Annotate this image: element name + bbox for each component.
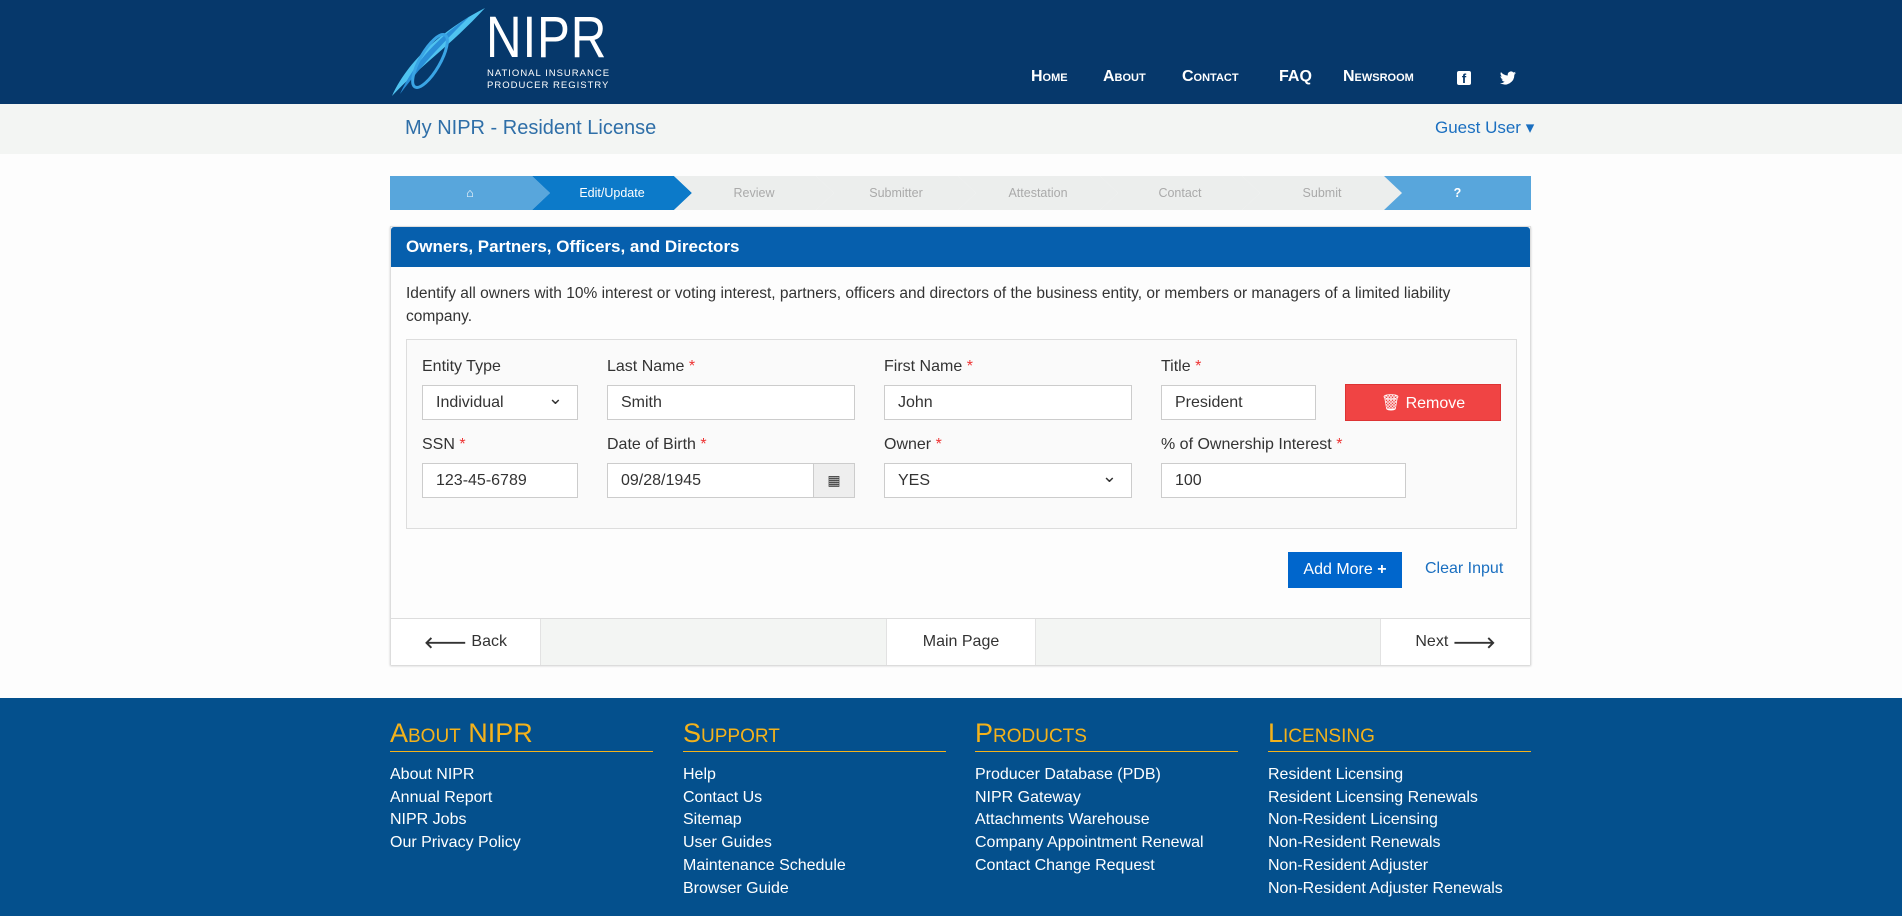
guest-user-menu[interactable]: Guest User ▾ <box>1435 118 1534 138</box>
footer-heading: About NIPR <box>390 718 653 752</box>
calendar-icon[interactable]: ▦ <box>813 463 855 498</box>
plus-icon: + <box>1377 561 1387 578</box>
footer-col-products: Products Producer Database (PDB) NIPR Ga… <box>975 718 1238 878</box>
title-input[interactable]: President <box>1161 385 1316 420</box>
trash-icon: 🗑 <box>1380 395 1402 412</box>
last-name-input[interactable]: Smith <box>607 385 855 420</box>
footer-link[interactable]: Contact Us <box>683 787 946 810</box>
dob-input[interactable]: 09/28/1945 <box>607 463 814 498</box>
footer-link[interactable]: Contact Change Request <box>975 855 1238 878</box>
ownership-pct-label: % of Ownership Interest * <box>1161 436 1343 453</box>
nav-about[interactable]: About <box>1103 68 1146 86</box>
footer-link[interactable]: Non-Resident Adjuster Renewals <box>1268 878 1531 901</box>
ssn-input[interactable]: 123-45-6789 <box>422 463 578 498</box>
home-icon: ⌂ <box>466 186 474 200</box>
footer-link[interactable]: Help <box>683 764 946 787</box>
entity-type-select[interactable]: Individual <box>422 385 578 420</box>
footer-heading: Licensing <box>1268 718 1531 752</box>
footer-link[interactable]: Attachments Warehouse <box>975 809 1238 832</box>
footer-heading: Products <box>975 718 1238 752</box>
step-submitter: Submitter <box>816 176 976 210</box>
entity-type-label: Entity Type <box>422 358 501 375</box>
nav-faq[interactable]: FAQ <box>1279 68 1312 86</box>
facebook-icon[interactable]: f <box>1457 71 1471 86</box>
ssn-label: SSN * <box>422 436 466 453</box>
step-review: Review <box>674 176 834 210</box>
footer-link[interactable]: NIPR Jobs <box>390 809 653 832</box>
panel-title: Owners, Partners, Officers, and Director… <box>391 227 1530 267</box>
footer-col-support: Support Help Contact Us Sitemap User Gui… <box>683 718 946 900</box>
arrow-right-icon: 🡒 <box>1452 634 1496 652</box>
panel-description: Identify all owners with 10% interest or… <box>406 285 1451 325</box>
footer-link[interactable]: Producer Database (PDB) <box>975 764 1238 787</box>
footer-heading: Support <box>683 718 946 752</box>
first-name-label: First Name * <box>884 358 973 375</box>
bottom-nav: 🡐 Back Main Page Next 🡒 <box>391 618 1530 665</box>
step-home[interactable]: ⌂ <box>390 176 550 210</box>
remove-button[interactable]: 🗑 Remove <box>1345 384 1501 421</box>
add-more-button[interactable]: Add More + <box>1288 552 1402 588</box>
logo-text: NIPR <box>486 5 608 70</box>
owners-panel: Owners, Partners, Officers, and Director… <box>390 226 1531 665</box>
nav-newsroom[interactable]: Newsroom <box>1343 68 1414 86</box>
footer-link[interactable]: Annual Report <box>390 787 653 810</box>
logo-subtitle: NATIONAL INSURANCE PRODUCER REGISTRY <box>487 68 611 91</box>
title-label: Title * <box>1161 358 1202 375</box>
nav-contact[interactable]: Contact <box>1182 68 1239 86</box>
footer-link[interactable]: Maintenance Schedule <box>683 855 946 878</box>
top-header: NIPR NATIONAL INSURANCE PRODUCER REGISTRY… <box>0 0 1902 104</box>
owner-select[interactable]: YES <box>884 463 1132 498</box>
owner-entry: Entity Type Last Name * First Name * Tit… <box>406 339 1517 529</box>
footer-link[interactable]: NIPR Gateway <box>975 787 1238 810</box>
step-help[interactable]: ? <box>1384 176 1531 210</box>
footer <box>0 698 1902 916</box>
step-edit-update[interactable]: Edit/Update <box>532 176 692 210</box>
footer-col-about: About NIPR About NIPR Annual Report NIPR… <box>390 718 653 855</box>
footer-link[interactable]: Browser Guide <box>683 878 946 901</box>
footer-col-licensing: Licensing Resident Licensing Resident Li… <box>1268 718 1531 900</box>
arrow-left-icon: 🡐 <box>424 634 467 652</box>
last-name-label: Last Name * <box>607 358 696 375</box>
page-title: My NIPR - Resident License <box>405 117 657 139</box>
footer-link[interactable]: Non-Resident Renewals <box>1268 832 1531 855</box>
back-button[interactable]: 🡐 Back <box>391 619 541 665</box>
next-button[interactable]: Next 🡒 <box>1380 619 1530 665</box>
footer-link[interactable]: User Guides <box>683 832 946 855</box>
footer-link[interactable]: About NIPR <box>390 764 653 787</box>
owner-label: Owner * <box>884 436 942 453</box>
nipr-logo-swoosh-icon <box>392 8 485 96</box>
ownership-pct-input[interactable]: 100 <box>1161 463 1406 498</box>
step-attestation: Attestation <box>958 176 1118 210</box>
main-page-button[interactable]: Main Page <box>886 619 1036 665</box>
clear-input-link[interactable]: Clear Input <box>1425 560 1503 578</box>
nav-home[interactable]: Home <box>1031 68 1068 86</box>
footer-link[interactable]: Sitemap <box>683 809 946 832</box>
footer-link[interactable]: Company Appointment Renewal <box>975 832 1238 855</box>
footer-link[interactable]: Resident Licensing <box>1268 764 1531 787</box>
step-contact: Contact <box>1100 176 1260 210</box>
footer-link[interactable]: Our Privacy Policy <box>390 832 653 855</box>
twitter-icon[interactable] <box>1500 71 1516 85</box>
first-name-input[interactable]: John <box>884 385 1132 420</box>
footer-link[interactable]: Resident Licensing Renewals <box>1268 787 1531 810</box>
footer-link[interactable]: Non-Resident Adjuster <box>1268 855 1531 878</box>
subheader <box>0 104 1902 154</box>
step-submit: Submit <box>1242 176 1402 210</box>
dob-label: Date of Birth * <box>607 436 707 453</box>
footer-link[interactable]: Non-Resident Licensing <box>1268 809 1531 832</box>
